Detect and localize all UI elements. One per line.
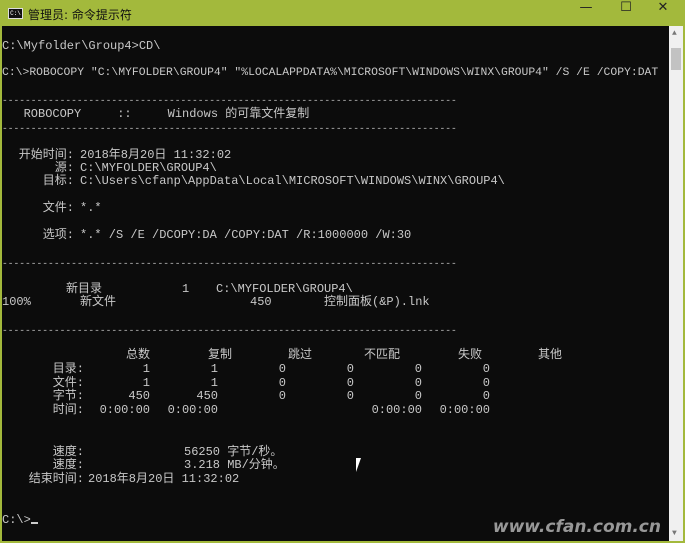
summary-row-label: 时间: [52, 402, 84, 417]
summary-row-label: 字节: [52, 389, 84, 403]
title-bar[interactable]: C:\ 管理员: 命令提示符 — ☐ ✕ [0, 0, 685, 26]
vertical-scrollbar[interactable]: ▲ ▼ [669, 26, 683, 541]
summary-cell: 0:00:00 [99, 402, 150, 417]
files-value: *.* [80, 201, 102, 215]
summary-header: 总数 [125, 348, 150, 362]
summary-cell: 1 [210, 362, 218, 376]
summary-cell: 0:00:00 [371, 402, 422, 417]
summary-cell: 1 [142, 362, 150, 376]
options-value: *.* /S /E /DCOPY:DA /COPY:DAT /R:1000000… [80, 228, 412, 242]
summary-header: 其他 [537, 348, 562, 362]
scroll-down-icon[interactable]: ▼ [672, 529, 677, 538]
summary-cell: 450 [196, 389, 218, 403]
window-title: 管理员: 命令提示符 [28, 8, 132, 22]
speed-mb-label: 速度: [52, 458, 84, 472]
summary-cell: 0 [278, 375, 286, 390]
divider: ----------------------------------------… [2, 123, 457, 134]
summary-cell: 0 [414, 375, 422, 390]
divider: ----------------------------------------… [2, 325, 457, 336]
end-time-value: 2018年8月20日 11:32:02 [88, 472, 240, 486]
summary-cell: 0:00:00 [439, 402, 490, 417]
close-button[interactable]: ✕ [640, 0, 685, 26]
command-prompt-window: C:\ 管理员: 命令提示符 — ☐ ✕ C:\Myfolder\Group4>… [0, 0, 685, 543]
summary-cell: 0 [414, 389, 422, 403]
scrollbar-thumb[interactable] [671, 48, 681, 70]
end-time-label: 结束时间: [28, 472, 84, 486]
new-file-name: 控制面板(&P).lnk [324, 295, 430, 309]
summary-cell: 0 [278, 389, 286, 403]
summary-cell: 0 [482, 375, 490, 390]
summary-cell: 1 [142, 375, 150, 390]
summary-row-label: 目录: [52, 362, 84, 376]
cmd-app-icon[interactable]: C:\ [8, 8, 23, 19]
summary-cell: 0 [346, 375, 354, 390]
divider: ----------------------------------------… [2, 95, 457, 106]
command-line-cd: C:\Myfolder\Group4>CD\ [2, 39, 161, 53]
new-file-size: 450 [250, 295, 272, 309]
summary-header: 跳过 [287, 348, 312, 362]
prompt-line[interactable]: C:\> [2, 514, 38, 527]
summary-header: 失败 [457, 348, 482, 362]
command-line-robocopy: C:\>ROBOCOPY "C:\MYFOLDER\GROUP4" "%LOCA… [2, 67, 659, 79]
summary-cell: 0 [414, 362, 422, 376]
summary-cell: 0 [346, 389, 354, 403]
summary-cell: 0:00:00 [167, 402, 218, 417]
summary-header: 不匹配 [363, 348, 400, 362]
robocopy-header: ROBOCOPY :: Windows 的可靠文件复制 [2, 107, 310, 121]
summary-row-label: 文件: [52, 375, 84, 390]
cfan-watermark: www.cfan.com.cn [492, 517, 661, 537]
summary-header: 复制 [207, 348, 232, 362]
dest-value: C:\Users\cfanp\AppData\Local\MICROSOFT\W… [80, 174, 505, 188]
prompt: C:\> [2, 513, 31, 527]
console-output[interactable]: C:\Myfolder\Group4>CD\ C:\>ROBOCOPY "C:\… [2, 26, 669, 541]
dest-label: 目标: [42, 174, 74, 188]
summary-cell: 1 [210, 375, 218, 390]
options-label: 选项: [42, 228, 74, 242]
files-label: 文件: [42, 201, 74, 215]
new-file-label: 新文件 [80, 295, 117, 309]
summary-cell: 0 [346, 362, 354, 376]
summary-cell: 0 [278, 362, 286, 376]
new-dir-count: 1 [182, 282, 190, 296]
text-cursor [30, 522, 38, 524]
speed-mb-value: 3.218 MB/分钟。 [184, 458, 285, 472]
scroll-up-icon[interactable]: ▲ [672, 29, 677, 38]
progress-percent: 100% [2, 295, 31, 309]
mouse-pointer-icon [356, 458, 361, 472]
summary-cell: 0 [482, 389, 490, 403]
divider: ----------------------------------------… [2, 258, 457, 269]
summary-cell: 450 [128, 389, 150, 403]
summary-cell: 0 [482, 362, 490, 376]
